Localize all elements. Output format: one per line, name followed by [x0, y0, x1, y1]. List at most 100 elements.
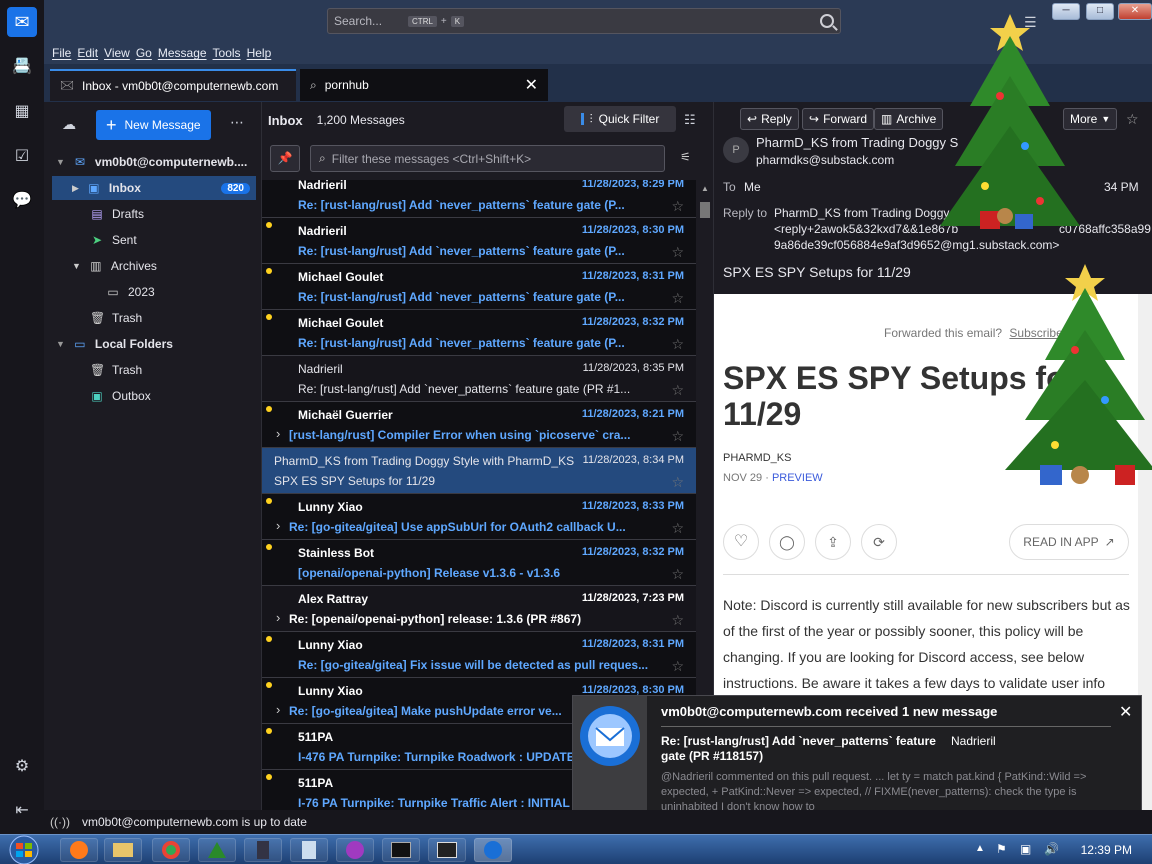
7zip-taskbar-icon[interactable] [428, 838, 466, 862]
maximize-button[interactable]: □ [1086, 3, 1114, 20]
from-email[interactable]: pharmdks@substack.com [756, 153, 894, 167]
folder-sent[interactable]: ➤ Sent [44, 228, 262, 252]
close-tab-icon[interactable]: ✕ [525, 75, 538, 95]
folder-inbox[interactable]: ▶ ▣ Inbox 820 [52, 176, 256, 200]
new-mail-notification[interactable]: vm0b0t@computernewb.com received 1 new m… [572, 695, 1142, 824]
thread-chevron-icon[interactable]: › [276, 518, 280, 533]
table-row[interactable]: Nadrieril 11/28/2023, 8:29 PM Re: [rust-la… [262, 180, 696, 218]
folder-2023[interactable]: ▭ 2023 [44, 280, 262, 304]
scroll-up-arrow-icon[interactable]: ▲ [701, 184, 709, 193]
tray-flag-icon[interactable]: ⚑ [996, 842, 1007, 856]
folder-outbox[interactable]: ▣ Outbox [44, 384, 262, 408]
settings-gear-icon[interactable]: ⚙ [11, 756, 33, 778]
unread-dot-icon[interactable] [266, 636, 272, 642]
tray-network-icon[interactable]: ▣ [1020, 842, 1031, 856]
star-icon[interactable]: ☆ [671, 566, 684, 583]
from-name[interactable]: PharmD_KS from Trading Doggy S [756, 135, 958, 150]
new-message-button[interactable]: + New Message [96, 110, 211, 140]
star-icon[interactable]: ☆ [671, 244, 684, 261]
table-row[interactable]: Stainless Bot 11/28/2023, 8:32 PM [openai/… [262, 540, 696, 586]
app2-taskbar-icon[interactable] [336, 838, 374, 862]
menu-tools[interactable]: Tools [213, 44, 247, 64]
star-icon[interactable]: ☆ [671, 290, 684, 307]
get-messages-icon[interactable]: ☁ [62, 116, 76, 133]
unread-dot-icon[interactable] [266, 544, 272, 550]
table-row[interactable]: Lunny Xiao 11/28/2023, 8:31 PM Re: [go-git… [262, 632, 696, 678]
quick-filter-button[interactable]: ⫶ Quick Filter [564, 106, 676, 132]
app-taskbar-icon[interactable] [244, 838, 282, 862]
address-book-icon[interactable]: 📇 [11, 56, 33, 78]
unread-dot-icon[interactable] [266, 314, 272, 320]
table-row[interactable]: PharmD_KS from Trading Doggy Style with … [262, 448, 696, 494]
forward-button[interactable]: ↪ Forward [802, 108, 875, 130]
unread-dot-icon[interactable] [266, 268, 272, 274]
mail-space-icon[interactable]: ✉ [7, 7, 37, 37]
collapse-spaces-icon[interactable]: ⇤ [11, 800, 33, 822]
unread-dot-icon[interactable] [266, 222, 272, 228]
notepad-taskbar-icon[interactable] [290, 838, 328, 862]
tab-search[interactable]: ⌕ pornhub ✕ [300, 69, 548, 101]
menu-view[interactable]: View [104, 44, 136, 64]
folder-trash[interactable]: 🗑 Trash [44, 306, 262, 330]
tab-inbox[interactable]: 🖂 Inbox - vm0b0t@computernewb.com [50, 69, 296, 101]
account-row[interactable]: ▼ ✉ vm0b0t@computernewb.... [44, 150, 262, 174]
table-row[interactable]: Nadrieril 11/28/2023, 8:35 PM Re: [rust-la… [262, 356, 696, 402]
menu-edit[interactable]: Edit [77, 44, 104, 64]
comment-icon[interactable]: ◯ [769, 524, 805, 560]
global-search[interactable]: Search... CTRL + K [327, 8, 841, 34]
table-row[interactable]: Michael Goulet 11/28/2023, 8:31 PM Re: [ru… [262, 264, 696, 310]
star-icon[interactable]: ☆ [671, 658, 684, 675]
reply-button[interactable]: ↩ Reply [740, 108, 799, 130]
pin-filter-icon[interactable]: 📌 [270, 145, 300, 172]
unread-dot-icon[interactable] [266, 774, 272, 780]
firefox-taskbar-icon[interactable] [60, 838, 98, 862]
scroll-thumb[interactable] [700, 202, 710, 218]
preview-link[interactable]: PREVIEW [772, 472, 823, 484]
menu-help[interactable]: Help [247, 44, 278, 64]
unread-dot-icon[interactable] [266, 728, 272, 734]
search-icon[interactable] [820, 14, 834, 28]
close-window-button[interactable]: ✕ [1118, 3, 1152, 20]
table-row[interactable]: Lunny Xiao 11/28/2023, 8:33 PM › Re: [go-gi… [262, 494, 696, 540]
star-icon[interactable]: ☆ [671, 428, 684, 445]
list-display-options-icon[interactable]: ☷ [684, 112, 696, 128]
folder-drafts[interactable]: ▤ Drafts [44, 202, 262, 226]
share-icon[interactable]: ⇪ [815, 524, 851, 560]
start-orb-icon[interactable] [6, 835, 42, 864]
star-icon[interactable]: ☆ [671, 336, 684, 353]
online-status-icon[interactable]: ((·)) [50, 815, 70, 829]
calendar-icon[interactable]: ▦ [11, 101, 33, 123]
table-row[interactable]: Michael Goulet 11/28/2023, 8:32 PM Re: [ru… [262, 310, 696, 356]
tray-show-hidden-icon[interactable]: ▲ [975, 843, 985, 854]
star-icon[interactable]: ☆ [671, 198, 684, 215]
unread-dot-icon[interactable] [266, 498, 272, 504]
star-icon[interactable]: ☆ [671, 520, 684, 537]
tray-volume-icon[interactable]: 🔊 [1044, 842, 1059, 856]
restack-icon[interactable]: ⟳ [861, 524, 897, 560]
tasks-icon[interactable]: ☑ [11, 146, 33, 168]
thread-chevron-icon[interactable]: › [276, 610, 280, 625]
read-in-app-button[interactable]: READ IN APP ↗ [1009, 524, 1129, 560]
thunderbird-taskbar-icon[interactable] [474, 838, 512, 862]
local-folders-row[interactable]: ▼ ▭ Local Folders [44, 332, 262, 356]
star-icon[interactable]: ☆ [1126, 111, 1139, 128]
unread-dot-icon[interactable] [266, 406, 272, 412]
menu-go[interactable]: Go [136, 44, 158, 64]
taskbar-clock[interactable]: 12:39 PM [1081, 843, 1132, 857]
thread-chevron-icon[interactable]: › [276, 426, 280, 441]
like-heart-icon[interactable]: ♡ [723, 524, 759, 560]
unread-dot-icon[interactable] [266, 682, 272, 688]
filter-messages-input[interactable]: ⌕ Filter these messages <Ctrl+Shift+K> [310, 145, 665, 172]
folder-pane-more-button[interactable]: ⋯ [230, 114, 244, 131]
star-icon[interactable]: ☆ [671, 474, 684, 491]
cmd-taskbar-icon[interactable] [382, 838, 420, 862]
star-icon[interactable]: ☆ [671, 382, 684, 399]
chat-icon[interactable]: 💬 [11, 190, 33, 212]
post-author[interactable]: PHARMD_KS [723, 452, 791, 464]
menu-message[interactable]: Message [158, 44, 213, 64]
folder-archives[interactable]: ▼ ▥ Archives [44, 254, 262, 278]
menu-file[interactable]: File [52, 44, 77, 64]
table-row[interactable]: Alex Rattray 11/28/2023, 7:23 PM › Re: [ope… [262, 586, 696, 632]
thread-chevron-icon[interactable]: › [276, 702, 280, 717]
notification-close-icon[interactable]: ✕ [1119, 702, 1132, 722]
